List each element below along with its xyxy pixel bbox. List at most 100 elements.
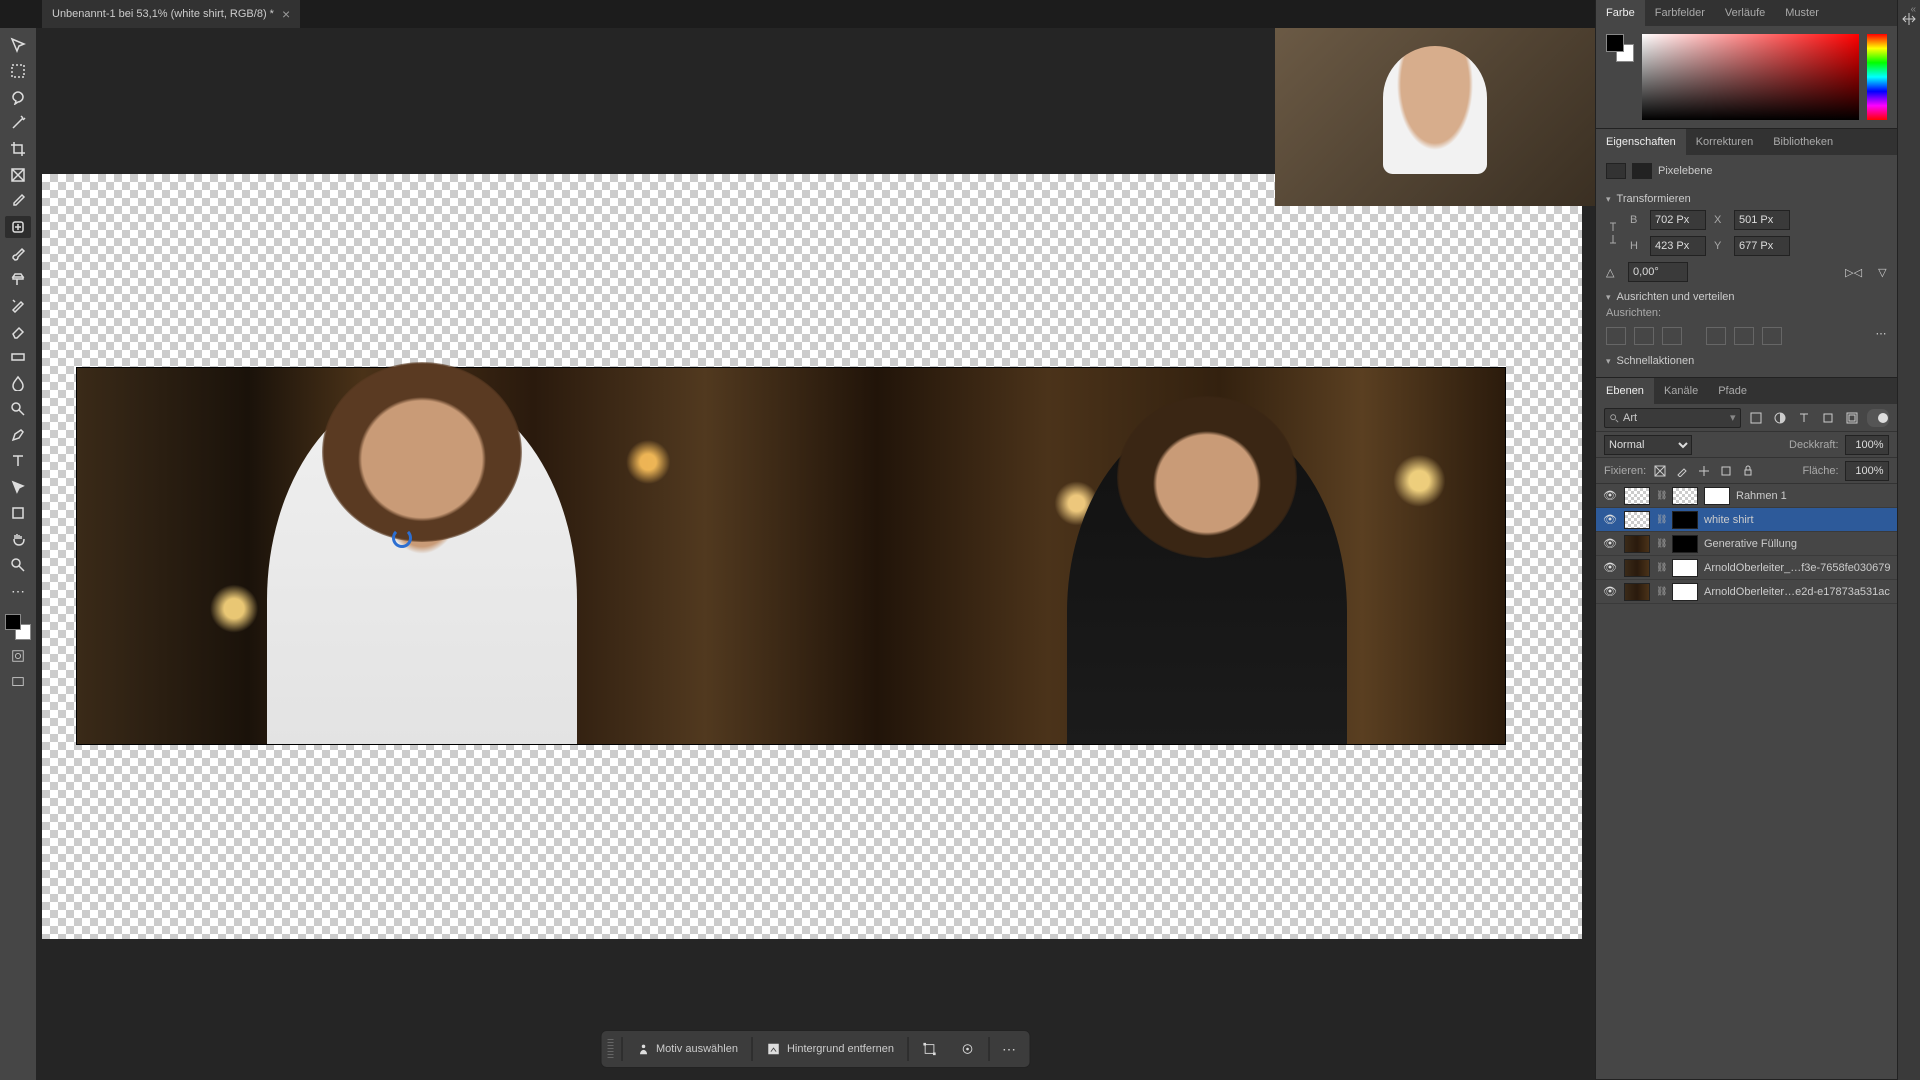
layer-row[interactable]: 👁 ⛓ Rahmen 1 (1596, 484, 1897, 508)
frame-tool[interactable] (5, 164, 31, 186)
layer-name[interactable]: ArnoldOberleiter…e2d-e17873a531ac (1704, 586, 1891, 598)
layer-thumb[interactable] (1624, 511, 1650, 529)
layer-name[interactable]: Generative Füllung (1704, 538, 1891, 550)
layer-thumb[interactable] (1672, 583, 1698, 601)
saturation-picker[interactable] (1642, 34, 1859, 120)
eraser-tool[interactable] (5, 320, 31, 342)
width-field[interactable] (1650, 210, 1706, 230)
visibility-icon[interactable]: 👁 (1602, 513, 1618, 526)
tab-eigenschaften[interactable]: Eigenschaften (1596, 129, 1686, 155)
y-field[interactable] (1734, 236, 1790, 256)
layer-row[interactable]: 👁⛓white shirt (1596, 508, 1897, 532)
type-tool[interactable] (5, 450, 31, 472)
lasso-tool[interactable] (5, 86, 31, 108)
layer-filter-select[interactable]: Art ▾ (1604, 408, 1741, 428)
align-left-icon[interactable] (1606, 327, 1626, 345)
marquee-tool[interactable] (5, 60, 31, 82)
layer-thumb[interactable] (1672, 535, 1698, 553)
layer-name[interactable]: ArnoldOberleiter_…f3e-7658fe030679 (1704, 562, 1891, 574)
lock-position-icon[interactable] (1696, 463, 1712, 479)
tab-ebenen[interactable]: Ebenen (1596, 378, 1654, 404)
layer-thumb[interactable] (1624, 487, 1650, 505)
history-brush-tool[interactable] (5, 294, 31, 316)
quickmask-icon[interactable] (7, 646, 29, 666)
collapse-icon[interactable]: « (1910, 4, 1916, 15)
path-selection-tool[interactable] (5, 476, 31, 498)
layer-row[interactable]: 👁 ⛓ Generative Füllung (1596, 532, 1897, 556)
pen-tool[interactable] (5, 424, 31, 446)
align-vcenter-icon[interactable] (1734, 327, 1754, 345)
close-icon[interactable]: × (282, 6, 290, 22)
align-right-icon[interactable] (1662, 327, 1682, 345)
clone-stamp-tool[interactable] (5, 268, 31, 290)
hue-slider[interactable] (1867, 34, 1887, 120)
brush-tool[interactable] (5, 242, 31, 264)
flip-h-icon[interactable]: ▷◁ (1845, 266, 1862, 279)
layer-thumb[interactable] (1672, 511, 1698, 529)
align-top-icon[interactable] (1706, 327, 1726, 345)
link-icon[interactable]: ⛓ (1656, 538, 1666, 549)
align-bottom-icon[interactable] (1762, 327, 1782, 345)
dodge-tool[interactable] (5, 398, 31, 420)
hand-tool[interactable] (5, 528, 31, 550)
align-more-icon[interactable]: ⋯ (1876, 327, 1887, 345)
tab-kanaele[interactable]: Kanäle (1654, 378, 1708, 404)
shape-tool[interactable] (5, 502, 31, 524)
tab-korrekturen[interactable]: Korrekturen (1686, 129, 1763, 155)
dock-icon[interactable] (1898, 8, 1920, 30)
tab-farbfelder[interactable]: Farbfelder (1645, 0, 1715, 26)
link-icon[interactable]: ⛓ (1656, 490, 1666, 501)
select-subject-button[interactable]: Motiv auswählen (626, 1035, 748, 1063)
align-hcenter-icon[interactable] (1634, 327, 1654, 345)
link-wh-icon[interactable] (1606, 219, 1620, 247)
angle-field[interactable] (1628, 262, 1688, 282)
transform-button[interactable] (913, 1035, 947, 1063)
visibility-icon[interactable]: 👁 (1602, 585, 1618, 598)
layer-thumb[interactable] (1704, 487, 1730, 505)
tab-bibliotheken[interactable]: Bibliotheken (1763, 129, 1843, 155)
wand-tool[interactable] (5, 112, 31, 134)
filter-adjust-icon[interactable] (1771, 409, 1789, 427)
height-field[interactable] (1650, 236, 1706, 256)
layer-thumb[interactable] (1624, 559, 1650, 577)
eyedropper-tool[interactable] (5, 190, 31, 212)
crop-tool[interactable] (5, 138, 31, 160)
layer-thumb[interactable] (1672, 487, 1698, 505)
remove-background-button[interactable]: Hintergrund entfernen (757, 1035, 904, 1063)
screenmode-icon[interactable] (7, 672, 29, 692)
lock-all-icon[interactable] (1740, 463, 1756, 479)
blend-mode-select[interactable]: Normal (1604, 435, 1692, 455)
lock-trans-icon[interactable] (1652, 463, 1668, 479)
zoom-tool[interactable] (5, 554, 31, 576)
fill-field[interactable] (1845, 461, 1889, 481)
tab-muster[interactable]: Muster (1775, 0, 1829, 26)
lock-artboard-icon[interactable] (1718, 463, 1734, 479)
transform-section-header[interactable]: Transformieren (1606, 187, 1887, 207)
visibility-icon[interactable]: 👁 (1602, 561, 1618, 574)
x-field[interactable] (1734, 210, 1790, 230)
blur-tool[interactable] (5, 372, 31, 394)
move-tool[interactable] (5, 34, 31, 56)
layer-thumb[interactable] (1624, 583, 1650, 601)
lock-pixels-icon[interactable] (1674, 463, 1690, 479)
tab-verlaeufe[interactable]: Verläufe (1715, 0, 1775, 26)
quick-actions-header[interactable]: Schnellaktionen (1606, 349, 1887, 369)
align-section-header[interactable]: Ausrichten und verteilen (1606, 285, 1887, 305)
foreground-color[interactable] (5, 614, 21, 630)
more-icon[interactable]: ⋯ (994, 1035, 1024, 1063)
visibility-icon[interactable]: 👁 (1602, 489, 1618, 502)
link-icon[interactable]: ⛓ (1656, 562, 1666, 573)
panel-fg-color[interactable] (1606, 34, 1624, 52)
layer-row[interactable]: 👁 ⛓ ArnoldOberleiter_…f3e-7658fe030679 (1596, 556, 1897, 580)
visibility-icon[interactable]: 👁 (1602, 537, 1618, 550)
properties-button[interactable] (951, 1035, 985, 1063)
gradient-tool[interactable] (5, 346, 31, 368)
panel-swatches[interactable] (1606, 34, 1634, 62)
opacity-field[interactable] (1845, 435, 1889, 455)
healing-brush-tool[interactable] (5, 216, 31, 238)
layer-thumb[interactable] (1672, 559, 1698, 577)
document-tab[interactable]: Unbenannt-1 bei 53,1% (white shirt, RGB/… (42, 0, 301, 28)
layer-name[interactable]: white shirt (1704, 514, 1891, 526)
layer-name[interactable]: Rahmen 1 (1736, 490, 1891, 502)
tab-pfade[interactable]: Pfade (1708, 378, 1757, 404)
